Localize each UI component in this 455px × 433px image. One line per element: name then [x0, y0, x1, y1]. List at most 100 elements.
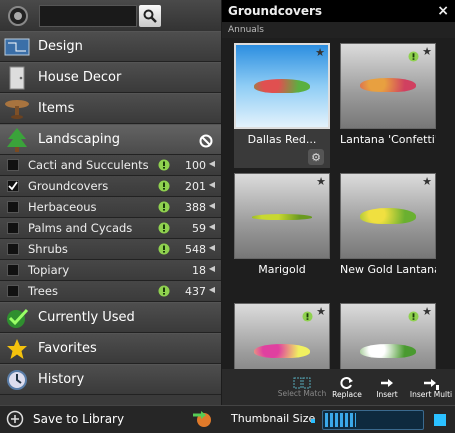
subcategory-checkbox[interactable] — [7, 243, 19, 255]
save-to-library-label: Save to Library — [33, 412, 125, 426]
category-history[interactable]: History — [0, 364, 221, 395]
subcategory-row[interactable]: Groundcovers 201 ◀ — [0, 176, 221, 197]
home-design-logo-icon[interactable] — [5, 4, 31, 28]
plant-thumbnail[interactable]: ★ — [234, 173, 330, 259]
subcategory-row[interactable]: Cacti and Succulents 100 ◀ — [0, 155, 221, 176]
category-label: Currently Used — [38, 310, 135, 325]
checkmark-icon — [0, 304, 34, 332]
subcategory-row[interactable]: Shrubs 548 ◀ — [0, 239, 221, 260]
search-button[interactable] — [139, 4, 161, 27]
catalog-tile[interactable]: ★ — [234, 303, 330, 369]
plant-thumbnail[interactable]: ★ — [340, 173, 436, 259]
catalog-panel: Groundcovers × Annuals ★ Dallas Red... ⚙ ★ L… — [222, 0, 455, 369]
replace-button[interactable]: Replace — [327, 369, 367, 405]
insert-label: Insert — [376, 389, 398, 399]
alert-icon — [408, 47, 419, 66]
catalog-tile[interactable]: ★ Marigold — [234, 173, 330, 276]
expand-arrow-icon[interactable]: ◀ — [209, 222, 215, 231]
replace-icon — [340, 376, 353, 389]
plant-thumbnail[interactable]: ★ — [340, 43, 436, 129]
favorite-star-icon[interactable]: ★ — [422, 45, 432, 58]
insert-multi-icon — [424, 378, 439, 390]
section-label: Annuals — [222, 22, 455, 38]
expand-arrow-icon[interactable]: ◀ — [209, 285, 215, 294]
expand-arrow-icon[interactable]: ◀ — [209, 201, 215, 210]
select-match-button[interactable]: Select Match — [277, 369, 327, 405]
insert-multi-button[interactable]: Insert Multi — [407, 369, 455, 405]
subcategory-count: 18 — [192, 264, 206, 277]
category-label: Items — [38, 101, 75, 116]
table-icon — [0, 95, 34, 123]
tree-icon — [0, 126, 34, 154]
no-symbol-icon[interactable] — [199, 133, 213, 152]
subcategory-checkbox[interactable] — [7, 201, 19, 213]
alert-icon — [158, 201, 170, 216]
subcategory-checkbox[interactable] — [7, 264, 19, 276]
category-label: Favorites — [38, 341, 97, 356]
favorite-star-icon[interactable]: ★ — [422, 175, 432, 188]
expand-arrow-icon[interactable]: ◀ — [209, 180, 215, 189]
transfer-icon[interactable] — [192, 409, 214, 433]
plant-thumbnail[interactable]: ★ — [234, 303, 330, 369]
gear-icon[interactable]: ⚙ — [308, 149, 324, 165]
subcategory-checkbox[interactable] — [7, 222, 19, 234]
category-label: Landscaping — [38, 132, 120, 147]
subcategory-checkbox[interactable] — [7, 159, 19, 171]
expand-arrow-icon[interactable]: ◀ — [209, 243, 215, 252]
favorite-star-icon[interactable]: ★ — [316, 305, 326, 318]
thumbnail-size-slider[interactable] — [322, 410, 424, 430]
alert-icon — [302, 307, 313, 326]
alert-icon — [408, 307, 419, 326]
catalog-tile[interactable]: ★ Dallas Red... ⚙ — [234, 43, 330, 168]
subcategory-checkbox[interactable] — [7, 285, 19, 297]
tile-label: Lantana 'Confetti' — [340, 133, 436, 146]
select-match-label: Select Match — [277, 388, 327, 398]
subcategory-row[interactable]: Topiary 18 ◀ — [0, 260, 221, 281]
category-currently-used[interactable]: Currently Used — [0, 302, 221, 333]
alert-icon — [158, 222, 170, 237]
save-to-library-button[interactable]: Save to Library — [6, 410, 124, 428]
blueprint-icon — [0, 33, 34, 61]
plant-image — [360, 344, 416, 358]
catalog-tile[interactable]: ★ Lantana 'Confetti' — [340, 43, 436, 146]
star-icon — [0, 335, 34, 363]
close-icon[interactable]: × — [437, 3, 449, 19]
plant-image — [252, 214, 312, 220]
category-favorites[interactable]: Favorites — [0, 333, 221, 364]
catalog-tile[interactable]: ★ — [340, 303, 436, 369]
search-icon — [143, 9, 157, 23]
category-items[interactable]: Items — [0, 93, 221, 124]
plant-image — [254, 344, 310, 358]
plant-thumbnail[interactable]: ★ — [340, 303, 436, 369]
favorite-star-icon[interactable]: ★ — [315, 46, 325, 59]
favorite-star-icon[interactable]: ★ — [316, 175, 326, 188]
category-design[interactable]: Design — [0, 31, 221, 62]
search-input[interactable] — [39, 4, 137, 27]
insert-button[interactable]: Insert — [367, 369, 407, 405]
category-house-decor[interactable]: House Decor — [0, 62, 221, 93]
alert-icon — [158, 180, 170, 195]
subcategory-row[interactable]: Herbaceous 388 ◀ — [0, 197, 221, 218]
alert-icon — [158, 243, 170, 258]
category-label: History — [38, 372, 85, 387]
expand-arrow-icon[interactable]: ◀ — [209, 159, 215, 168]
subcategory-row[interactable]: Palms and Cycads 59 ◀ — [0, 218, 221, 239]
thumbnail-grid: ★ Dallas Red... ⚙ ★ Lantana 'Confetti' ★ Marig… — [222, 38, 455, 369]
subcategory-count: 59 — [192, 222, 206, 235]
catalog-tile[interactable]: ★ New Gold Lantana — [340, 173, 436, 276]
category-landscaping[interactable]: Landscaping — [0, 124, 221, 155]
subcategory-checkbox[interactable] — [7, 180, 19, 192]
favorite-star-icon[interactable]: ★ — [422, 305, 432, 318]
category-label: House Decor — [38, 70, 122, 85]
subcategory-count: 201 — [185, 180, 206, 193]
tile-label: Dallas Red... — [247, 133, 317, 146]
alert-icon — [158, 285, 170, 300]
plant-image — [360, 78, 416, 92]
plant-thumbnail[interactable]: ★ — [234, 43, 330, 129]
subcategory-count: 388 — [185, 201, 206, 214]
subcategory-count: 548 — [185, 243, 206, 256]
plant-image — [254, 79, 310, 93]
subcategory-row[interactable]: Trees 437 ◀ — [0, 281, 221, 302]
library-sidebar: Design House Decor Items Landscaping Cac… — [0, 0, 221, 405]
expand-arrow-icon[interactable]: ◀ — [209, 264, 215, 273]
